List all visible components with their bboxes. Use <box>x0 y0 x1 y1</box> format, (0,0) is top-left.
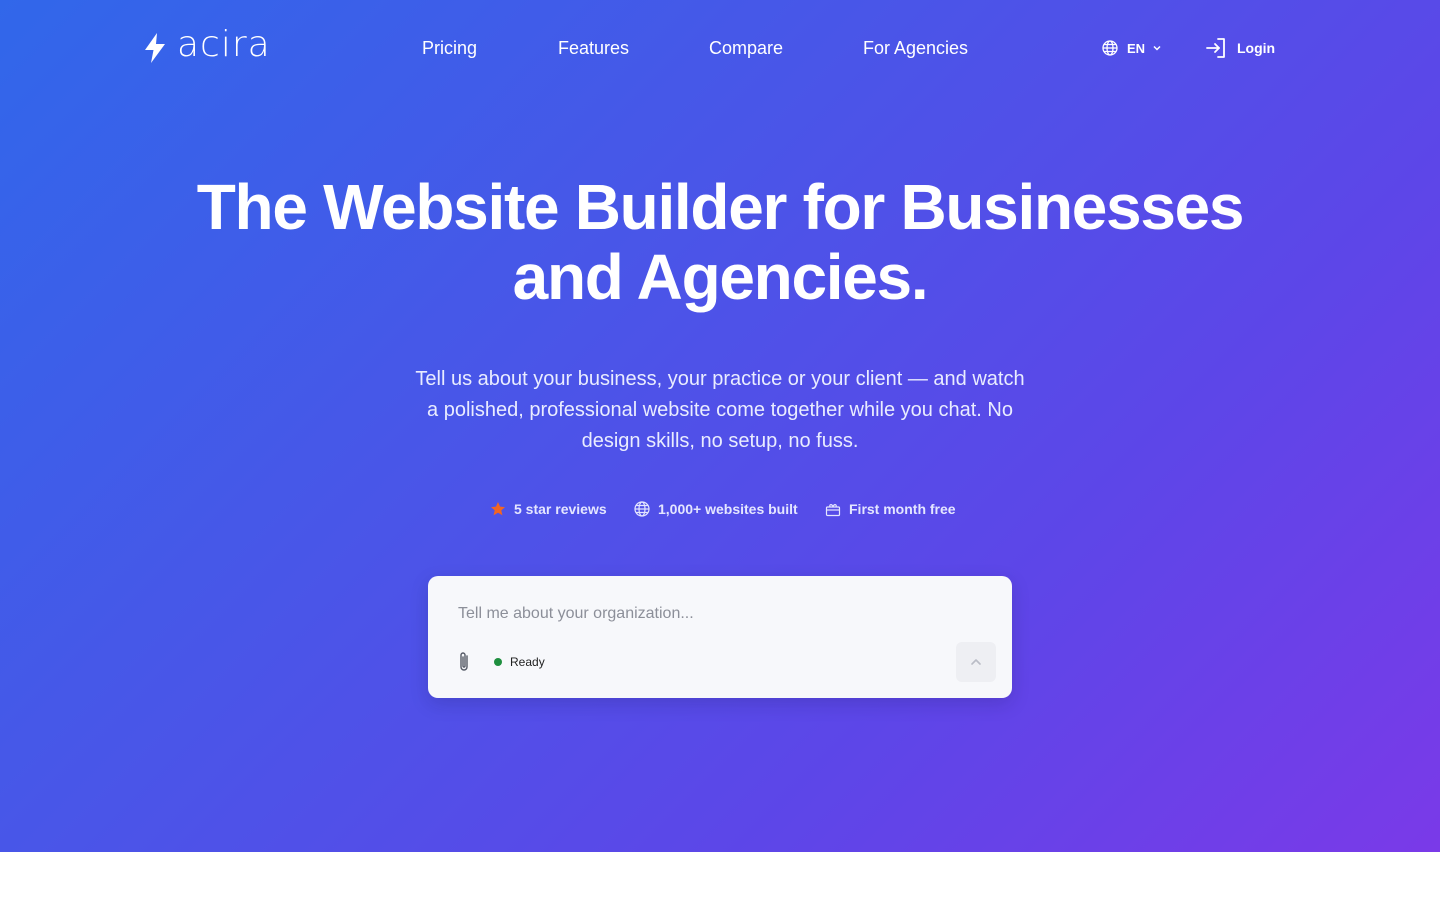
status-indicator: Ready <box>494 655 545 669</box>
globe-icon <box>1102 40 1118 56</box>
hero-subtitle: Tell us about your business, your practi… <box>415 368 1025 452</box>
send-button[interactable] <box>956 642 996 682</box>
language-selector[interactable]: EN <box>1102 38 1162 58</box>
language-value: EN <box>1127 40 1146 56</box>
page-title-line-2: and Agencies. <box>512 241 929 313</box>
nav-item-compare[interactable]: Compare <box>709 36 783 60</box>
brand-logo[interactable]: acira <box>143 24 271 66</box>
badge-websites-label: 1,000+ websites built <box>658 501 798 517</box>
prompt-card <box>428 576 1012 698</box>
badge-websites: 1,000+ websites built <box>634 498 798 520</box>
login-icon <box>1206 38 1225 58</box>
organization-prompt-input[interactable] <box>458 600 978 628</box>
star-icon <box>491 502 505 516</box>
badge-reviews: 5 star reviews <box>490 498 607 520</box>
login-label: Login <box>1237 40 1276 56</box>
page-content-start <box>0 852 1440 900</box>
nav-item-for-agencies[interactable]: For Agencies <box>863 36 968 60</box>
chevron-down-icon <box>1153 45 1161 51</box>
page-title-line-1: The Website Builder for Businesses <box>196 171 1245 243</box>
nav-item-pricing[interactable]: Pricing <box>422 36 477 60</box>
gift-icon <box>825 504 841 517</box>
status-dot <box>494 658 502 666</box>
paperclip-icon[interactable] <box>454 650 474 674</box>
status-label: Ready <box>510 655 545 669</box>
chevron-up-icon <box>971 659 981 665</box>
login-button[interactable]: Login <box>1204 36 1275 60</box>
globe-icon <box>634 501 650 517</box>
lightning-bolt-icon <box>145 33 165 63</box>
badge-free-month-label: First month free <box>849 501 956 517</box>
badge-free-month: First month free <box>825 498 956 520</box>
badge-reviews-label: 5 star reviews <box>514 501 607 517</box>
hero-section: acira Pricing Features Compare For Agenc… <box>0 0 1440 852</box>
page-title: The Website Builder for Businesses and A… <box>120 172 1320 312</box>
nav-item-features[interactable]: Features <box>558 36 629 60</box>
brand-name: acira <box>177 24 271 65</box>
trust-badges: 5 star reviews 1,000+ websites built Fir… <box>0 498 1440 520</box>
